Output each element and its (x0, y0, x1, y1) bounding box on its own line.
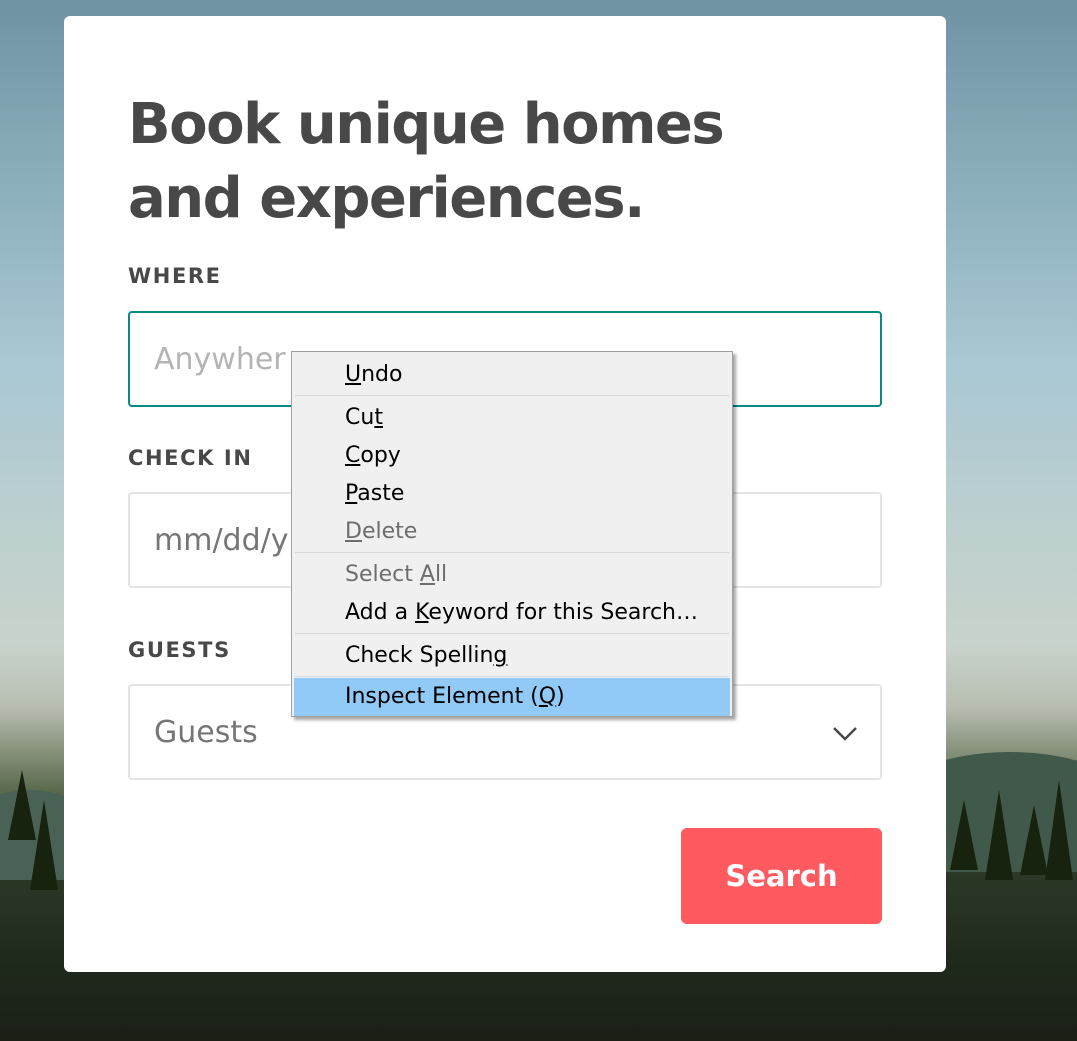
chevron-down-icon (833, 727, 857, 741)
background-tree (1020, 805, 1048, 875)
where-placeholder: Anywher (154, 341, 286, 377)
menu-item-delete[interactable]: Delete (294, 513, 730, 551)
background-tree (950, 800, 978, 870)
menu-item-paste[interactable]: Paste (294, 475, 730, 513)
check-in-label: CHECK IN (128, 446, 253, 470)
menu-separator (295, 395, 729, 396)
background-tree (985, 790, 1013, 880)
menu-separator (295, 552, 729, 553)
menu-separator (295, 676, 729, 677)
menu-item-inspect-element[interactable]: Inspect Element (Q) (294, 678, 730, 716)
menu-item-add-keyword[interactable]: Add a Keyword for this Search… (294, 594, 730, 632)
menu-item-copy[interactable]: Copy (294, 437, 730, 475)
page-title: Book unique homes and experiences. (128, 92, 725, 231)
background-tree (1045, 780, 1073, 880)
menu-item-select-all[interactable]: Select All (294, 556, 730, 594)
where-label: WHERE (128, 264, 222, 288)
check-in-placeholder: mm/dd/y (154, 522, 289, 558)
guests-selected-value: Guests (154, 714, 258, 750)
menu-item-check-spelling[interactable]: Check Spelling (294, 637, 730, 675)
search-button[interactable]: Search (681, 828, 882, 924)
context-menu: Undo Cut Copy Paste Delete Select All Ad… (291, 351, 733, 717)
menu-separator (295, 633, 729, 634)
guests-label: GUESTS (128, 638, 231, 662)
background-tree (30, 800, 58, 890)
menu-item-undo[interactable]: Undo (294, 356, 730, 394)
menu-item-cut[interactable]: Cut (294, 399, 730, 437)
